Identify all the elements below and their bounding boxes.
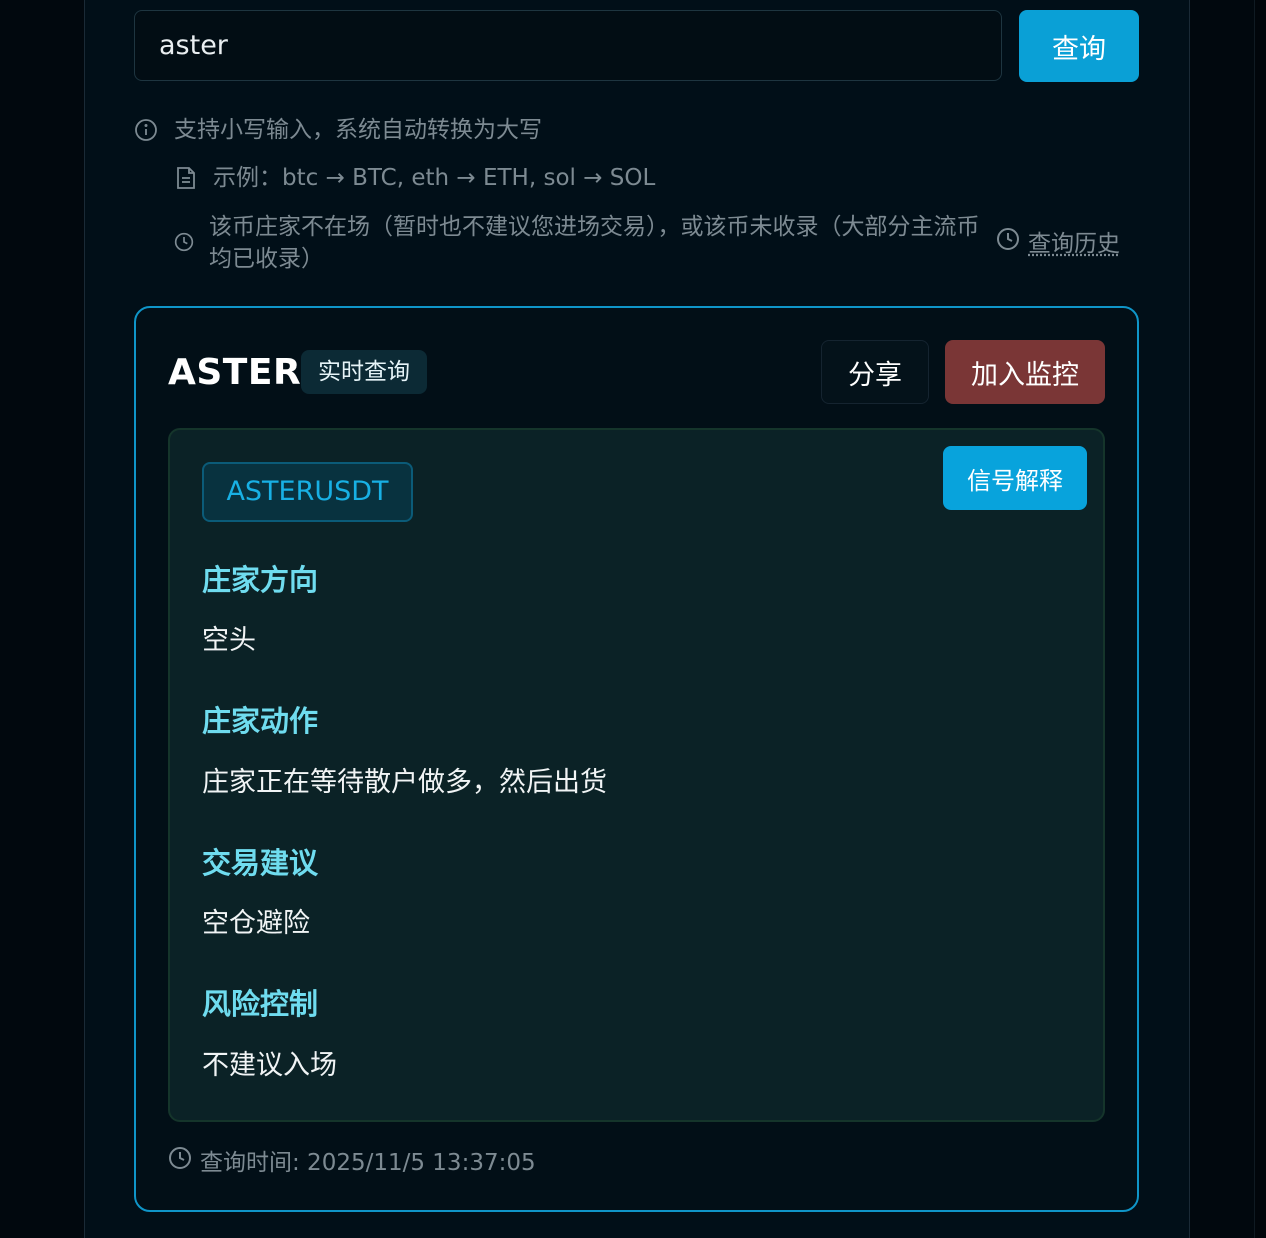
section-value-action: 庄家正在等待散户做多，然后出货 (202, 767, 607, 798)
clock-icon (996, 227, 1020, 260)
query-time-label: 查询时间: 2025/11/5 13:37:05 (200, 1149, 536, 1176)
scrollbar[interactable] (1254, 0, 1266, 1238)
section-value-advice: 空仓避险 (202, 908, 310, 939)
query-history-label: 查询历史 (1028, 230, 1120, 257)
signal-explain-button[interactable]: 信号解释 (943, 446, 1087, 510)
clock-icon (174, 232, 194, 252)
trading-pair-tag: ASTERUSDT (202, 462, 413, 522)
query-history-link[interactable]: 查询历史 (996, 227, 1120, 260)
section-title-action: 庄家动作 (202, 704, 319, 738)
share-button[interactable]: 分享 (821, 340, 929, 404)
query-time: 查询时间: 2025/11/5 13:37:05 (168, 1146, 536, 1179)
info-icon (134, 118, 158, 142)
realtime-badge: 实时查询 (301, 350, 427, 394)
query-button[interactable]: 查询 (1019, 10, 1139, 82)
section-value-direction: 空头 (202, 625, 256, 656)
not-listed-hint: 该币庄家不在场（暂时也不建议您进场交易），或该币未收录（大部分主流币均已收录） (209, 214, 980, 272)
section-title-advice: 交易建议 (202, 846, 319, 880)
section-title-risk: 风险控制 (202, 987, 319, 1021)
clock-icon (168, 1146, 192, 1179)
section-title-direction: 庄家方向 (202, 563, 319, 597)
document-icon (175, 166, 197, 190)
lowercase-hint: 支持小写输入，系统自动转换为大写 (174, 117, 542, 143)
symbol-title: ASTER (168, 352, 302, 393)
section-value-risk: 不建议入场 (202, 1050, 337, 1081)
symbol-search-input[interactable] (134, 10, 1002, 81)
add-monitor-button[interactable]: 加入监控 (945, 340, 1105, 404)
example-hint: 示例：btc → BTC, eth → ETH, sol → SOL (213, 165, 656, 191)
